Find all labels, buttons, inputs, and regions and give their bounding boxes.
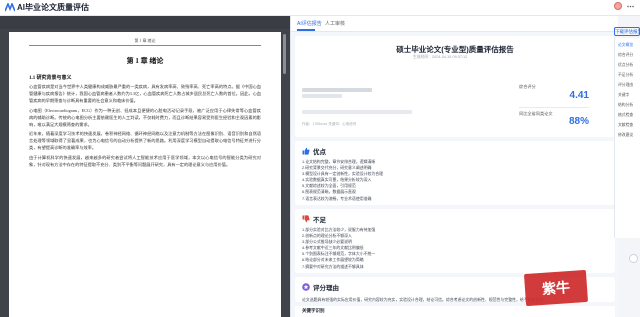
paper-viewer: 第 1 章 绪论 第 1 章 绪论 1.1 研究背景与意义 心血管疾病是对当今世…	[0, 16, 290, 317]
strengths-title: 优点	[313, 149, 326, 156]
grade-reason-header: 评分理由	[302, 282, 339, 292]
list-item: 7.语言表达较为流畅，专业术语使用准确	[302, 195, 372, 201]
outline-item[interactable]: 文献检查	[618, 123, 633, 128]
weaknesses-list: 1.部分实验对比方法较少，说服力有待加强 2.创新点的理论分析不够深入 3.部分…	[302, 227, 375, 270]
top-bar: AI毕业论文质量评估	[0, 0, 640, 16]
strengths-list: 1.论文结构完整，章节安排合理，逻辑清晰 2.研究背景交代充分，研究意义阐述明确…	[302, 159, 383, 202]
tab-manual-review[interactable]: 人工审核	[325, 20, 345, 27]
section-title: 1.1 研究背景与意义	[29, 76, 72, 81]
redacted-author-info	[302, 94, 342, 98]
outline-item[interactable]: 结构分析	[618, 103, 633, 108]
paper-paragraph: 近年来，随着深度学习技术的快速发展，卷积神经网络、循环神经网络以及注意力机制等方…	[29, 131, 261, 151]
report-subtitle: 作者：1765xxxx 关键词：心电信号	[302, 122, 357, 126]
viewer-toolbar	[0, 16, 290, 29]
outline-item[interactable]: 优点分析	[618, 63, 633, 68]
news-watermark-logo: 紫牛	[523, 269, 589, 307]
percentile-value: 88%	[568, 116, 589, 127]
tab-ai-report[interactable]: AI评估报告	[297, 20, 322, 27]
redacted-keywords	[302, 110, 412, 114]
weaknesses-header: 不足	[302, 214, 326, 224]
outline-item[interactable]: 不足分析	[618, 73, 633, 78]
strengths-header: 优点	[302, 146, 326, 156]
outline-item[interactable]: 论文概览	[618, 43, 633, 48]
app-title: AI毕业论文质量评估	[17, 3, 89, 12]
thumbs-down-icon	[302, 215, 310, 223]
page-header: 第 1 章 绪论	[29, 38, 261, 46]
paper-page: 第 1 章 绪论 第 1 章 绪论 1.1 研究背景与意义 心血管疾病是对当今世…	[9, 32, 281, 317]
paper-paragraph: 心血管疾病是对当今世界中人类健康构成威胁最严重的一类疾病，具有发病率高、致残率高…	[29, 84, 261, 103]
score-value: 4.41	[569, 90, 589, 101]
weaknesses-card: 不足 1.部分实验对比方法较少，说服力有待加强 2.创新点的理论分析不够深入 3…	[295, 209, 615, 273]
report-title: 硕士毕业论文(专业型)质量评估报告	[396, 45, 514, 54]
top-right-actions	[614, 2, 634, 10]
outline-item[interactable]: 评分理由	[618, 83, 633, 88]
outline-item[interactable]: 修改建议	[618, 133, 633, 138]
report-meta: 生成时间：2024-04-15 09:37:12	[413, 55, 468, 59]
percentile-label: 同比全省同类论文	[519, 111, 553, 116]
keyword-section: 关键字识别	[295, 306, 615, 317]
report-summary-card: 硕士毕业论文(专业型)质量评估报告 生成时间：2024-04-15 09:37:…	[295, 36, 615, 137]
outline-item[interactable]: 综合评分	[618, 53, 633, 58]
news-watermark-text: 新闻	[590, 281, 615, 295]
app-logo-icon	[5, 3, 15, 12]
outline-nav: 论文概览 综合评分 优点分析 不足分析 评分理由 关键字 结构分析 格式检查 文…	[614, 38, 640, 238]
grade-reason-text: 论文选题具有较强的实际应用价值，研究内容较为充实，实验设计合理，结论可信。综合考…	[302, 297, 548, 302]
score-box: 综合评分 4.41 同比全省同类论文 88%	[519, 82, 589, 132]
chapter-title: 第 1 章 绪论	[126, 57, 164, 65]
strengths-card: 优点 1.论文结构完整，章节安排合理，逻辑清晰 2.研究背景交代充分，研究意义阐…	[295, 141, 615, 205]
thumbs-up-icon	[302, 147, 310, 155]
outline-item[interactable]: 关键字	[618, 93, 629, 98]
active-tab-indicator	[297, 29, 315, 31]
scroll-to-top-button[interactable]	[629, 254, 638, 263]
list-item: 7.摘要中对研究方法的描述不够具体	[302, 263, 364, 269]
grade-reason-title: 评分理由	[313, 285, 339, 292]
avatar[interactable]	[614, 2, 622, 10]
download-report-button[interactable]: 下载评估报告	[614, 27, 640, 36]
star-badge-icon	[302, 283, 310, 291]
more-menu-icon[interactable]	[627, 3, 634, 10]
viewer-scrollbar[interactable]	[283, 34, 286, 74]
paper-paragraph: 心电图（Electrocardiogram，ECG）作为一种无创、低成本且便捷的…	[29, 107, 261, 127]
weaknesses-title: 不足	[313, 217, 326, 224]
score-label: 综合评分	[519, 84, 536, 89]
score-divider	[519, 107, 589, 108]
keyword-title: 关键字识别	[302, 308, 325, 313]
app-window: AI毕业论文质量评估 第 1 章 绪论 第 1 章 绪论 1.1 研究背景与意义…	[0, 0, 640, 317]
outline-item[interactable]: 格式检查	[618, 113, 633, 118]
paper-paragraph: 由于计算机科学的快速发展，越来越多的研究者尝试将人工智能技术应用于医学领域，本文…	[29, 155, 261, 168]
report-tabs: AI评估报告 人工审核	[291, 16, 618, 32]
redacted-author-info	[302, 88, 372, 92]
